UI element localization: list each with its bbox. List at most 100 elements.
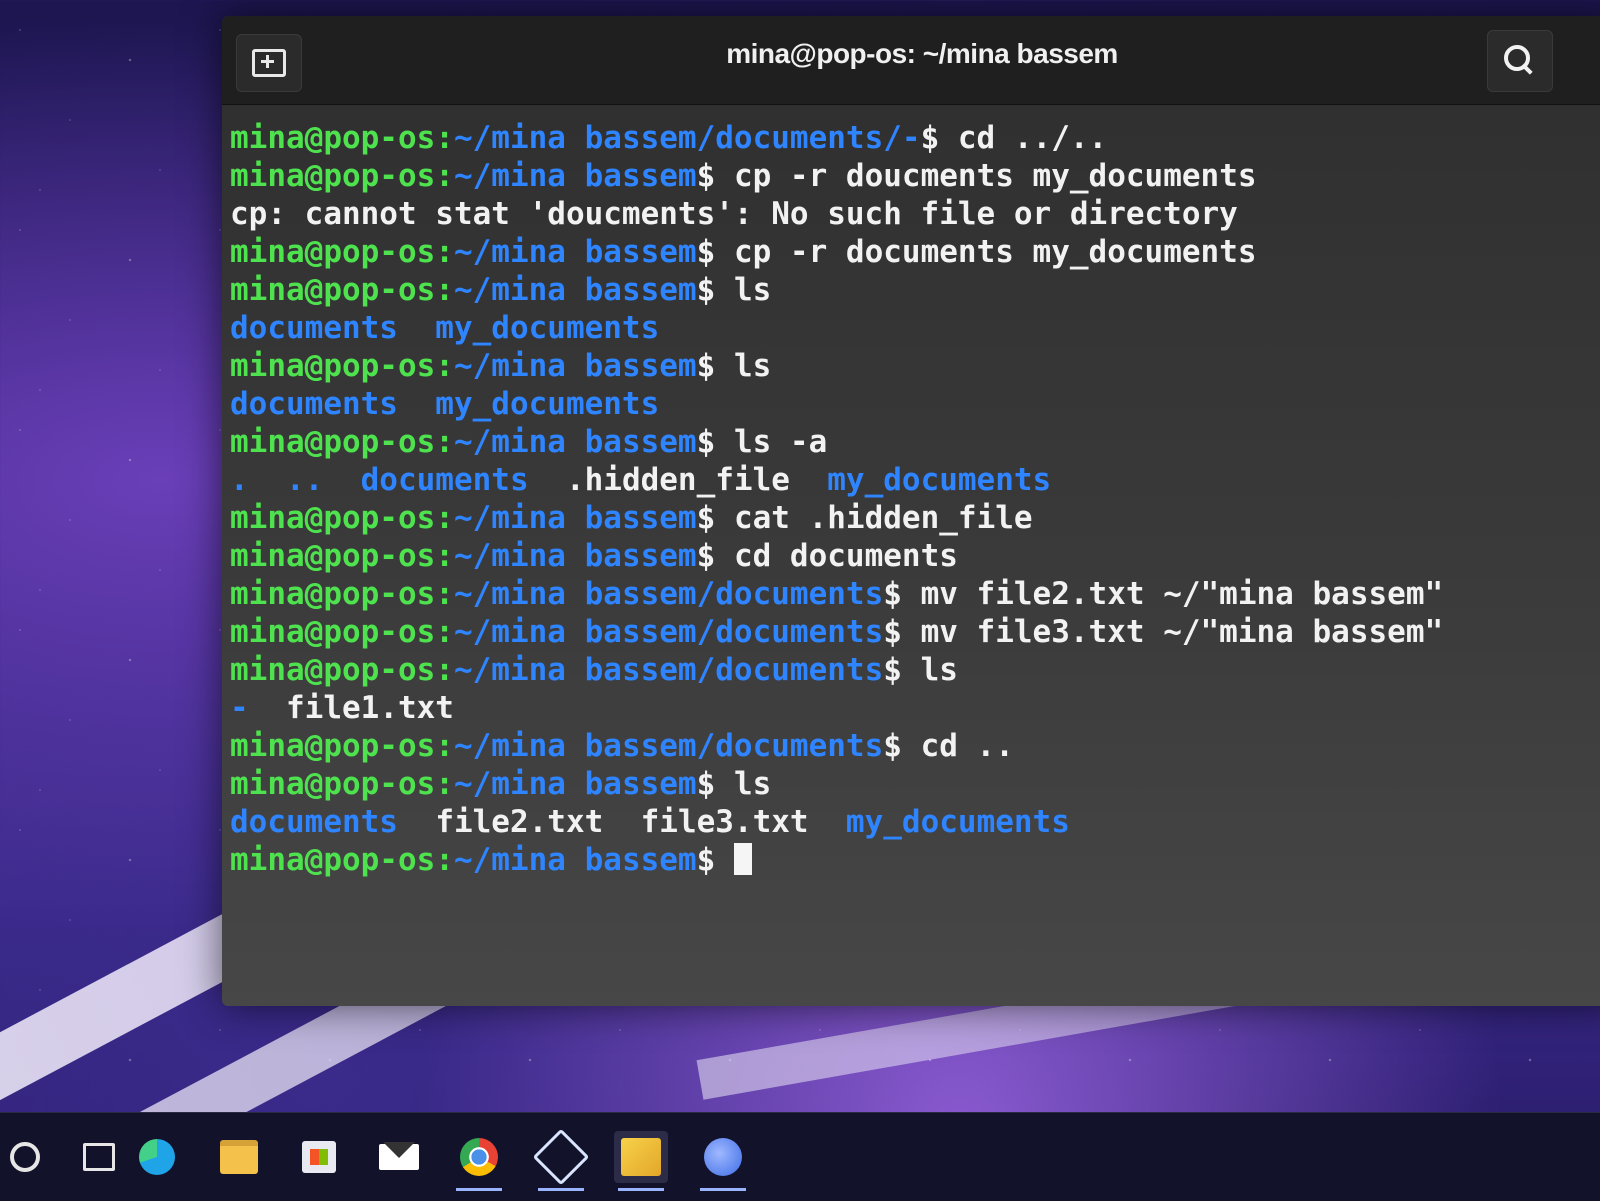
pinned-app-button[interactable] [614, 1131, 668, 1191]
prompt-user-host: mina@pop-os: [230, 766, 454, 802]
search-button[interactable] [1487, 30, 1553, 92]
prompt-symbol: $ [696, 842, 734, 878]
chrome-browser-button[interactable] [452, 1131, 506, 1191]
command-text: mv file2.txt ~/"mina bassem" [920, 576, 1444, 612]
prompt-path: ~/mina bassem [453, 538, 697, 574]
search-icon [10, 1142, 40, 1172]
prompt-symbol: $ [883, 576, 921, 612]
output-line: - file1.txt [230, 689, 1600, 727]
command-text: ls [733, 766, 772, 802]
prompt-user-host: mina@pop-os: [230, 576, 454, 612]
file-explorer-button[interactable] [212, 1131, 266, 1183]
directory-name: my_documents [845, 804, 1070, 840]
terminal-titlebar[interactable]: mina@pop-os: ~/mina bassem [222, 16, 1600, 105]
output-line: documents my_documents [230, 309, 1600, 347]
prompt-line: mina@pop-os:~/mina bassem$ [230, 841, 1600, 879]
prompt-symbol: $ [696, 500, 734, 536]
output-line: . .. documents .hidden_file my_documents [230, 461, 1600, 499]
mail-button[interactable] [372, 1131, 426, 1183]
prompt-symbol: $ [696, 158, 734, 194]
file-name: file1.txt [286, 690, 454, 726]
command-text: ls -a [733, 424, 828, 460]
command-text: cd ../.. [957, 120, 1108, 156]
prompt-path: ~/mina bassem/documents/- [453, 120, 921, 156]
command-text: cd .. [920, 728, 1014, 764]
prompt-user-host: mina@pop-os: [230, 234, 454, 270]
prompt-line: mina@pop-os:~/mina bassem$ ls [230, 271, 1600, 309]
microsoft-store-button[interactable] [292, 1131, 346, 1183]
prompt-line: mina@pop-os:~/mina bassem/documents$ mv … [230, 575, 1600, 613]
prompt-path: ~/mina bassem [453, 234, 697, 270]
mail-icon [379, 1142, 419, 1170]
prompt-user-host: mina@pop-os: [230, 614, 454, 650]
prompt-line: mina@pop-os:~/mina bassem/documents$ mv … [230, 613, 1600, 651]
command-text: cp -r doucments my_documents [733, 158, 1257, 194]
virtualbox-button[interactable] [532, 1128, 590, 1191]
prompt-symbol: $ [883, 652, 921, 688]
directory-listing: documents my_documents [230, 386, 660, 422]
prompt-path: ~/mina bassem [453, 842, 697, 878]
prompt-line: mina@pop-os:~/mina bassem/documents$ cd … [230, 727, 1600, 765]
prompt-symbol: $ [920, 120, 958, 156]
command-text: mv file3.txt ~/"mina bassem" [920, 614, 1444, 650]
virtualbox-icon [532, 1128, 590, 1186]
output-line: documents file2.txt file3.txt my_documen… [230, 803, 1600, 841]
prompt-user-host: mina@pop-os: [230, 120, 454, 156]
directory-name: . .. documents [230, 462, 566, 498]
edge-browser-button[interactable] [130, 1131, 184, 1183]
prompt-symbol: $ [696, 538, 734, 574]
messenger-icon [704, 1138, 742, 1176]
prompt-user-host: mina@pop-os: [230, 652, 454, 688]
directory-listing: documents my_documents [230, 310, 660, 346]
prompt-user-host: mina@pop-os: [230, 538, 454, 574]
text-cursor [733, 843, 752, 875]
prompt-line: mina@pop-os:~/mina bassem/documents$ ls [230, 651, 1600, 689]
terminal-window[interactable]: mina@pop-os: ~/mina bassem mina@pop-os:~… [222, 16, 1600, 1006]
prompt-symbol: $ [696, 348, 734, 384]
prompt-user-host: mina@pop-os: [230, 158, 454, 194]
prompt-line: mina@pop-os:~/mina bassem$ ls [230, 347, 1600, 385]
prompt-symbol: $ [696, 234, 734, 270]
file-explorer-icon [220, 1140, 258, 1174]
prompt-symbol: $ [883, 728, 921, 764]
prompt-line: mina@pop-os:~/mina bassem/documents/-$ c… [230, 119, 1600, 157]
messenger-button[interactable] [696, 1131, 750, 1191]
taskbar [0, 1112, 1600, 1201]
prompt-line: mina@pop-os:~/mina bassem$ ls [230, 765, 1600, 803]
prompt-user-host: mina@pop-os: [230, 842, 454, 878]
prompt-user-host: mina@pop-os: [230, 728, 454, 764]
prompt-line: mina@pop-os:~/mina bassem$ cd documents [230, 537, 1600, 575]
edge-browser-icon [139, 1139, 175, 1175]
prompt-path: ~/mina bassem [453, 424, 697, 460]
prompt-symbol: $ [696, 424, 734, 460]
prompt-path: ~/mina bassem [453, 766, 697, 802]
command-text: cat .hidden_file [733, 500, 1033, 536]
prompt-path: ~/mina bassem [453, 272, 697, 308]
prompt-user-host: mina@pop-os: [230, 500, 454, 536]
prompt-path: ~/mina bassem [453, 500, 697, 536]
prompt-path: ~/mina bassem/documents [453, 728, 884, 764]
terminal-output[interactable]: mina@pop-os:~/mina bassem/documents/-$ c… [222, 105, 1600, 879]
prompt-line: mina@pop-os:~/mina bassem$ ls -a [230, 423, 1600, 461]
prompt-line: mina@pop-os:~/mina bassem$ cat .hidden_f… [230, 499, 1600, 537]
output-line: documents my_documents [230, 385, 1600, 423]
prompt-path: ~/mina bassem [453, 348, 697, 384]
prompt-user-host: mina@pop-os: [230, 272, 454, 308]
output-line: cp: cannot stat 'doucments': No such fil… [230, 195, 1600, 233]
prompt-path: ~/mina bassem/documents [453, 614, 884, 650]
search-icon [1504, 45, 1530, 71]
directory-name: documents [230, 804, 436, 840]
prompt-symbol: $ [696, 272, 734, 308]
microsoft-store-icon [302, 1141, 336, 1173]
pinned-app-icon [621, 1138, 661, 1176]
prompt-path: ~/mina bassem/documents [453, 576, 884, 612]
search-button[interactable] [10, 1131, 72, 1183]
window-title: mina@pop-os: ~/mina bassem [726, 38, 1118, 69]
directory-name: my_documents [827, 462, 1052, 498]
file-name: file2.txt file3.txt [435, 804, 846, 840]
prompt-symbol: $ [883, 614, 921, 650]
prompt-line: mina@pop-os:~/mina bassem$ cp -r documen… [230, 233, 1600, 271]
task-view-button[interactable] [72, 1131, 126, 1183]
task-view-icon [83, 1143, 115, 1171]
prompt-line: mina@pop-os:~/mina bassem$ cp -r doucmen… [230, 157, 1600, 195]
